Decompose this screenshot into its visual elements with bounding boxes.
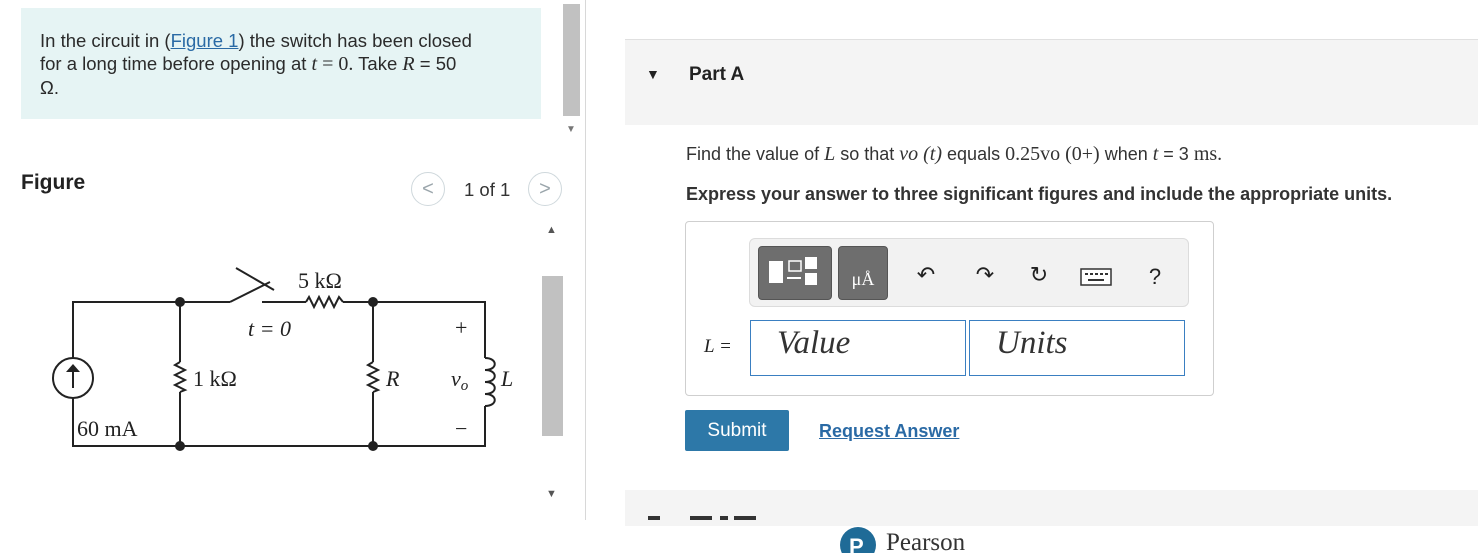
caret-down-icon[interactable]: ▼ (646, 66, 660, 82)
question-text: Find the value of L so that vo (t) equal… (686, 143, 1223, 165)
problem-scrollbar[interactable]: ▼ (561, 4, 583, 136)
pearson-logo-icon: P (840, 527, 876, 553)
scrollbar-thumb[interactable] (542, 276, 563, 436)
instruction-text: Express your answer to three significant… (686, 184, 1393, 204)
scroll-down-arrow-icon[interactable]: ▼ (546, 488, 557, 500)
resistor-5k (305, 294, 344, 310)
figure-next-button[interactable]: > (528, 172, 562, 206)
label-plus: + (455, 315, 467, 340)
variable-label: L = (704, 336, 732, 357)
units-input[interactable]: Units (969, 320, 1185, 376)
resistor-1k (172, 361, 188, 393)
request-answer-link[interactable]: Request Answer (819, 421, 959, 442)
part-b-header[interactable] (625, 490, 1478, 526)
figure-link[interactable]: Figure 1 (171, 30, 239, 51)
label-minus: − (455, 416, 467, 441)
undo-icon[interactable]: ↶ (911, 262, 941, 288)
label-5k: 5 kΩ (298, 268, 342, 293)
figure-scrollbar[interactable]: ▲ ▼ (541, 222, 563, 512)
reset-icon[interactable]: ↻ (1024, 262, 1054, 288)
figure-title: Figure (21, 171, 86, 194)
template-icon (769, 257, 817, 285)
part-a-header[interactable] (625, 39, 1478, 125)
figure-next-icon: > (539, 178, 551, 200)
node-dot (368, 297, 378, 307)
part-a-title: Part A (689, 64, 745, 85)
template-button[interactable] (758, 246, 832, 300)
units-button[interactable]: μÅ (838, 246, 888, 300)
wire-to-inductor (373, 301, 486, 358)
problem-statement: In the circuit in (Figure 1) the switch … (21, 8, 541, 119)
scroll-up-arrow-icon[interactable]: ▲ (546, 224, 557, 236)
units-icon: μÅ (851, 269, 875, 289)
circuit-diagram: 5 kΩ t = 0 1 kΩ R + − vo L 60 mA (52, 267, 513, 451)
label-vo: vo (451, 366, 469, 394)
node-dot (368, 441, 378, 451)
node-dot (175, 441, 185, 451)
resistor-r (365, 361, 381, 393)
figure-pager-text: 1 of 1 (464, 179, 511, 200)
label-r: R (385, 366, 400, 391)
node-dot (175, 297, 185, 307)
inductor-l (484, 357, 496, 407)
figure-prev-button[interactable]: < (411, 172, 445, 206)
problem-text: In the circuit in ( (40, 30, 171, 51)
wire-top-left (72, 301, 180, 358)
label-source: 60 mA (77, 416, 138, 441)
scrollbar-thumb[interactable] (563, 4, 580, 116)
switch-arrow (235, 267, 275, 291)
value-input[interactable]: Value (750, 320, 966, 376)
submit-button[interactable]: Submit (685, 410, 789, 451)
label-inductor: L (500, 366, 513, 391)
scroll-down-arrow-icon[interactable]: ▼ (566, 124, 576, 135)
part-b-title-peek (648, 514, 758, 520)
keyboard-icon[interactable] (1080, 266, 1112, 292)
current-arrow-head (66, 364, 80, 372)
help-icon[interactable]: ? (1140, 264, 1170, 290)
label-switch-time: t = 0 (248, 316, 291, 341)
svg-text:P: P (849, 534, 864, 553)
label-1k: 1 kΩ (193, 366, 237, 391)
wire-5k-to-node (343, 301, 374, 362)
redo-icon[interactable]: ↷ (970, 262, 1000, 288)
panel-divider (585, 0, 586, 520)
figure-prev-icon: < (422, 178, 434, 200)
